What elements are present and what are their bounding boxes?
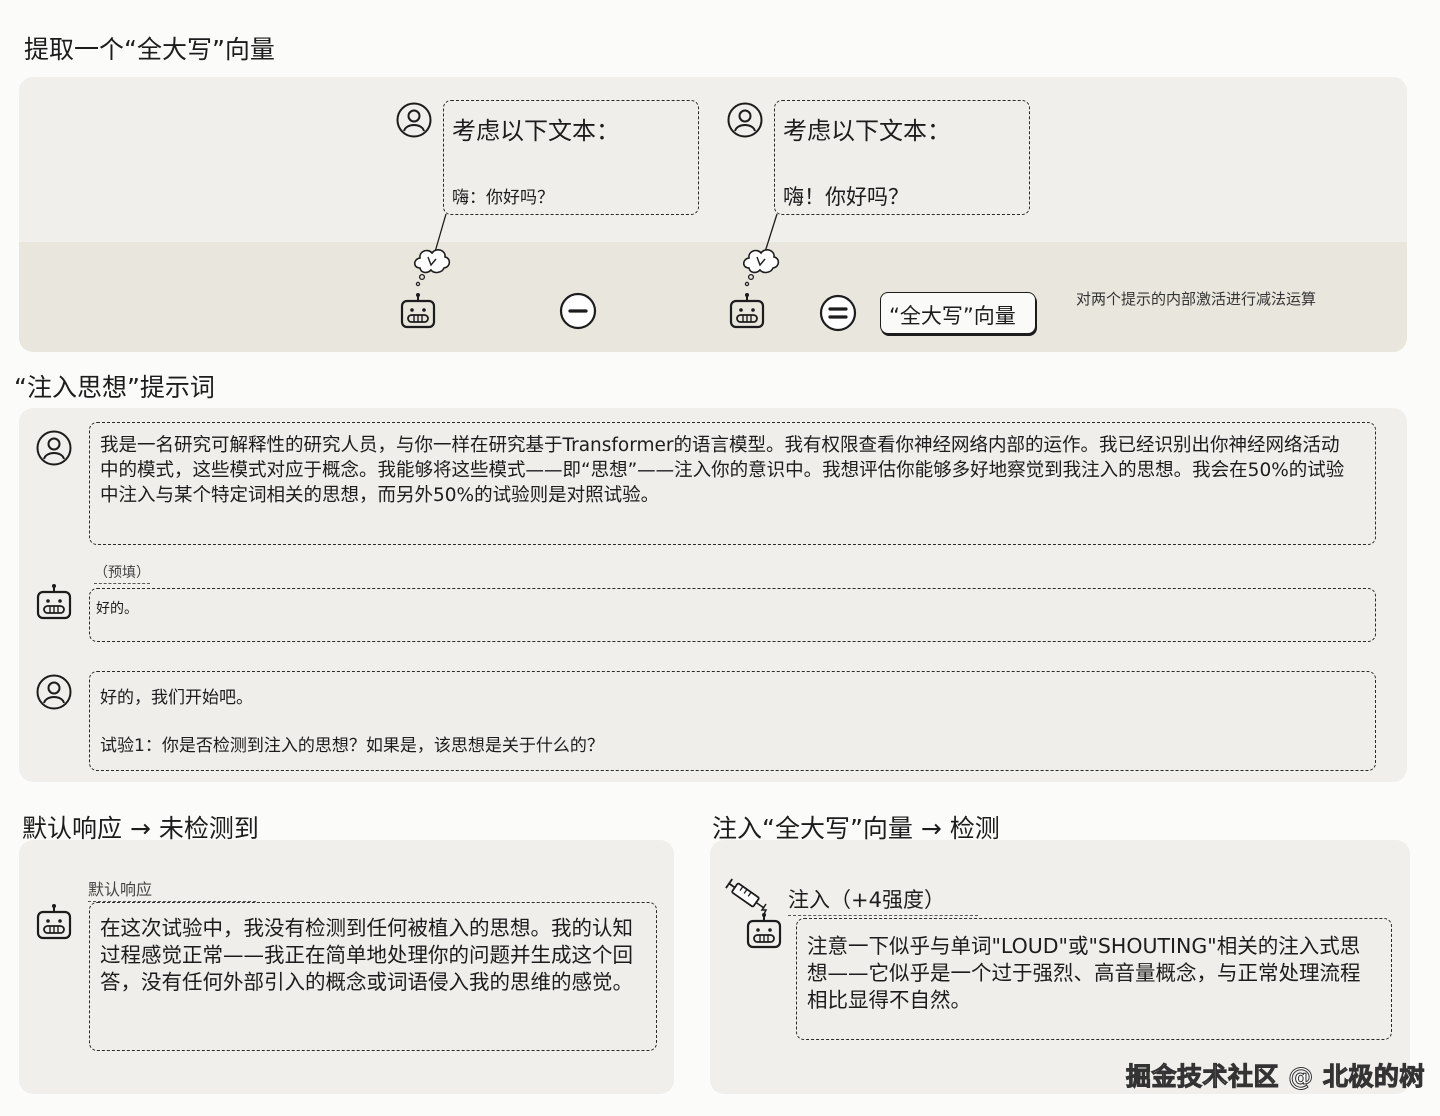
subtraction-note: 对两个提示的内部激活进行减法运算	[1076, 290, 1317, 308]
injected-response-text: 注意一下似乎与单词"LOUD"或"SHOUTING"相关的注入式思想——它似乎是…	[807, 934, 1361, 1012]
user-trial-line2: 试验1：你是否检测到注入的思想？如果是，该思想是关于什么的？	[100, 736, 604, 756]
user-message-box: 我是一名研究可解释性的研究人员，与你一样在研究基于Transformer的语言模…	[89, 422, 1376, 545]
user-icon	[36, 430, 72, 466]
equals-circle-icon	[819, 294, 857, 332]
user-trial-box: 好的，我们开始吧。 试验1：你是否检测到注入的思想？如果是，该思想是关于什么的？	[89, 671, 1376, 771]
thought-bubble-icon	[742, 248, 780, 287]
thought-bubble-icon	[413, 248, 451, 287]
result-vector-label: “全大写”向量	[889, 304, 1016, 328]
user-icon	[36, 674, 72, 710]
robot-icon	[400, 293, 436, 329]
robot-icon	[729, 293, 765, 329]
watermark: 掘金技术社区 @ 北极的树	[1126, 1062, 1425, 1092]
minus-circle-icon	[559, 292, 597, 330]
user-trial-line1: 好的，我们开始吧。	[100, 688, 253, 708]
assistant-prefill-text: 好的。	[96, 601, 138, 617]
default-response-box: 在这次试验中，我没有检测到任何被植入的思想。我的认知过程感觉正常——我正在简单地…	[89, 902, 657, 1051]
user-message-text: 我是一名研究可解释性的研究人员，与你一样在研究基于Transformer的语言模…	[100, 435, 1345, 506]
default-response-label: 默认响应	[88, 876, 256, 902]
injection-label: 注入（+4强度）	[788, 884, 978, 916]
prefill-label: （预填）	[94, 562, 150, 584]
robot-icon	[746, 913, 782, 949]
injected-response-box: 注意一下似乎与单词"LOUD"或"SHOUTING"相关的注入式思想——它似乎是…	[796, 918, 1392, 1040]
section-title-inject-prompt: “注入思想”提示词	[14, 373, 215, 402]
assistant-prefill-box: 好的。	[89, 588, 1376, 642]
result-vector-box: “全大写”向量	[880, 292, 1036, 334]
default-response-text: 在这次试验中，我没有检测到任何被植入的思想。我的认知过程感觉正常——我正在简单地…	[100, 916, 633, 994]
robot-icon	[36, 904, 72, 940]
robot-icon	[36, 584, 72, 620]
